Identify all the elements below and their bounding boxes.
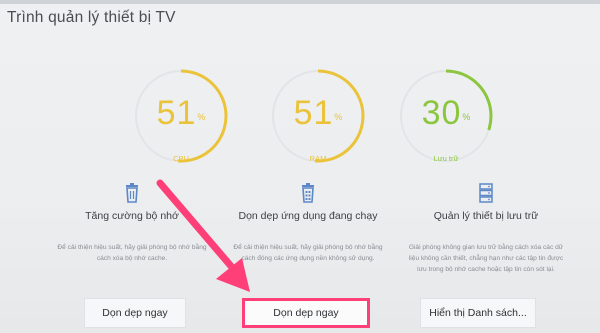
annotation-arrow-shaft (156, 179, 240, 276)
annotation-arrow (156, 179, 250, 292)
